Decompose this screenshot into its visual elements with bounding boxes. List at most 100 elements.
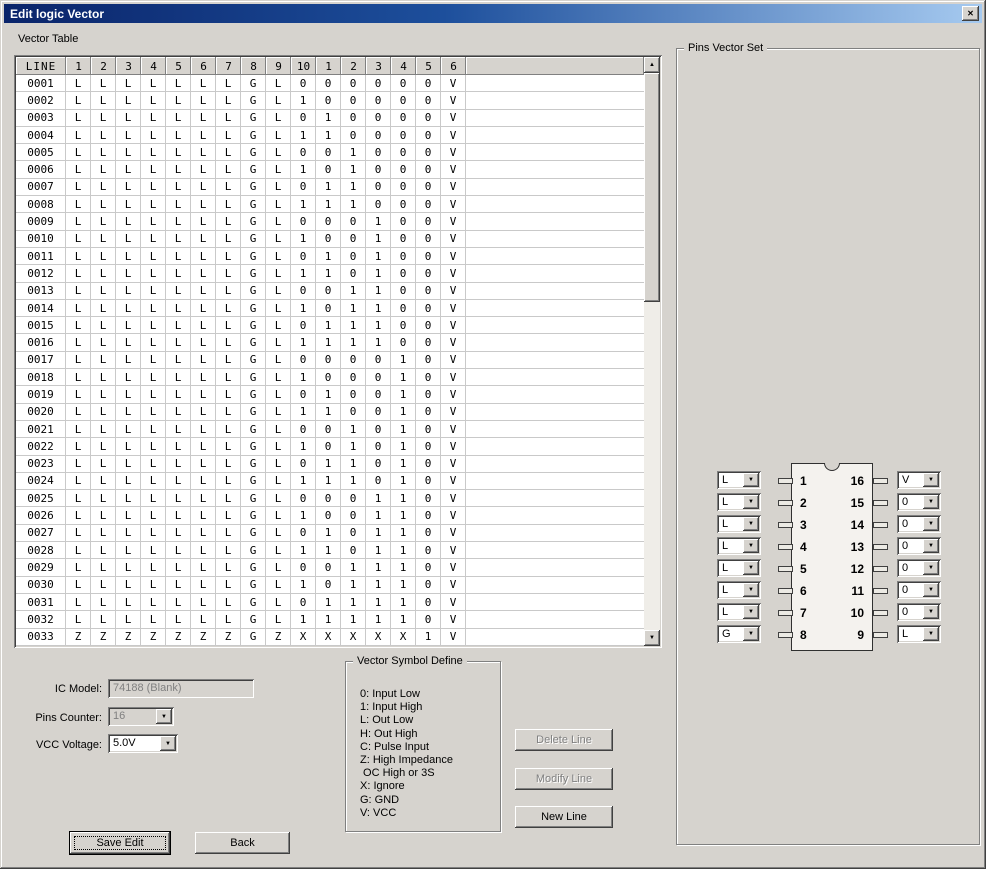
vector-cell[interactable]: L — [116, 317, 141, 334]
vcc-dropdown-button[interactable]: ▼ — [160, 736, 176, 751]
vector-cell[interactable]: V — [441, 110, 466, 127]
vector-cell[interactable]: L — [166, 386, 191, 403]
line-number-cell[interactable]: 0016 — [16, 334, 66, 351]
line-number-cell[interactable]: 0006 — [16, 161, 66, 178]
vector-cell[interactable]: X — [291, 629, 316, 646]
vector-cell[interactable]: 1 — [391, 421, 416, 438]
vector-cell[interactable]: L — [216, 473, 241, 490]
pin-combo-dropdown-button[interactable]: ▼ — [743, 539, 759, 553]
vector-cell[interactable]: L — [116, 248, 141, 265]
vector-cell[interactable]: L — [91, 473, 116, 490]
vector-cell[interactable]: 0 — [291, 456, 316, 473]
vector-cell[interactable]: L — [266, 456, 291, 473]
vector-cell[interactable]: 0 — [366, 456, 391, 473]
vector-cell[interactable]: G — [241, 196, 266, 213]
vector-cell[interactable]: 1 — [341, 594, 366, 611]
vector-cell[interactable]: G — [241, 507, 266, 524]
vector-cell[interactable]: L — [66, 196, 91, 213]
vector-cell[interactable]: L — [216, 213, 241, 230]
vector-cell[interactable]: 1 — [391, 404, 416, 421]
vector-cell[interactable]: 0 — [416, 490, 441, 507]
table-row[interactable]: 0029LLLLLLLGL001110V — [16, 559, 644, 576]
vector-cell[interactable]: 0 — [341, 369, 366, 386]
vector-cell[interactable]: 1 — [291, 507, 316, 524]
vector-cell[interactable]: L — [266, 507, 291, 524]
vector-cell[interactable]: L — [91, 386, 116, 403]
pin-vector-combo[interactable]: L▼ — [897, 625, 941, 643]
vector-cell[interactable]: X — [391, 629, 416, 646]
vector-cell[interactable]: L — [216, 611, 241, 628]
vector-cell[interactable]: L — [116, 283, 141, 300]
vector-cell[interactable]: L — [141, 594, 166, 611]
vector-cell[interactable]: L — [191, 542, 216, 559]
vector-cell[interactable]: L — [91, 144, 116, 161]
vector-cell[interactable]: 0 — [416, 611, 441, 628]
vector-cell[interactable]: 0 — [291, 248, 316, 265]
vector-cell[interactable]: 0 — [316, 161, 341, 178]
scroll-up-button[interactable]: ▲ — [644, 57, 660, 73]
line-number-cell[interactable]: 0020 — [16, 404, 66, 421]
vector-cell[interactable]: V — [441, 92, 466, 109]
vector-cell[interactable]: Z — [216, 629, 241, 646]
column-header[interactable]: 2 — [341, 57, 366, 75]
pin-combo-dropdown-button[interactable]: ▼ — [743, 627, 759, 641]
vector-cell[interactable]: L — [266, 127, 291, 144]
pin-vector-combo[interactable]: L▼ — [717, 559, 761, 577]
vector-cell[interactable]: 0 — [416, 386, 441, 403]
vector-cell[interactable]: V — [441, 265, 466, 282]
vector-cell[interactable]: L — [66, 75, 91, 92]
vector-cell[interactable]: L — [191, 507, 216, 524]
vector-cell[interactable]: L — [216, 334, 241, 351]
line-number-cell[interactable]: 0031 — [16, 594, 66, 611]
vector-cell[interactable]: L — [191, 334, 216, 351]
line-number-cell[interactable]: 0014 — [16, 300, 66, 317]
vector-cell[interactable]: 0 — [366, 421, 391, 438]
table-row[interactable]: 0020LLLLLLLGL110010V — [16, 404, 644, 421]
line-number-cell[interactable]: 0018 — [16, 369, 66, 386]
vector-cell[interactable]: 0 — [416, 334, 441, 351]
vector-cell[interactable]: L — [216, 110, 241, 127]
pin-vector-combo[interactable]: 0▼ — [897, 581, 941, 599]
vector-cell[interactable]: V — [441, 196, 466, 213]
vector-cell[interactable]: 1 — [391, 525, 416, 542]
vector-cell[interactable]: L — [266, 300, 291, 317]
vector-cell[interactable]: L — [141, 386, 166, 403]
vector-cell[interactable]: 1 — [366, 231, 391, 248]
vector-cell[interactable]: L — [266, 110, 291, 127]
vector-cell[interactable]: L — [216, 456, 241, 473]
vector-cell[interactable]: L — [266, 92, 291, 109]
vector-cell[interactable]: V — [441, 248, 466, 265]
vector-cell[interactable]: 1 — [341, 300, 366, 317]
vector-cell[interactable]: L — [266, 144, 291, 161]
vector-cell[interactable]: L — [91, 542, 116, 559]
line-number-cell[interactable]: 0001 — [16, 75, 66, 92]
vector-cell[interactable]: 1 — [316, 110, 341, 127]
vector-cell[interactable]: V — [441, 127, 466, 144]
line-number-cell[interactable]: 0021 — [16, 421, 66, 438]
vector-cell[interactable]: 0 — [416, 75, 441, 92]
vector-cell[interactable]: 1 — [291, 542, 316, 559]
vector-cell[interactable]: 0 — [291, 75, 316, 92]
line-number-cell[interactable]: 0009 — [16, 213, 66, 230]
vector-cell[interactable]: G — [241, 352, 266, 369]
vector-cell[interactable]: L — [141, 559, 166, 576]
vector-cell[interactable]: L — [166, 369, 191, 386]
line-number-cell[interactable]: 0025 — [16, 490, 66, 507]
vector-cell[interactable]: L — [116, 231, 141, 248]
vector-cell[interactable]: L — [216, 283, 241, 300]
vector-cell[interactable]: L — [166, 127, 191, 144]
vector-cell[interactable]: L — [216, 352, 241, 369]
table-row[interactable]: 0025LLLLLLLGL000110V — [16, 490, 644, 507]
vector-cell[interactable]: L — [91, 213, 116, 230]
vector-cell[interactable]: L — [266, 611, 291, 628]
vector-cell[interactable]: G — [241, 161, 266, 178]
vector-cell[interactable]: 0 — [416, 196, 441, 213]
vector-cell[interactable]: L — [166, 594, 191, 611]
scroll-down-button[interactable]: ▼ — [644, 630, 660, 646]
vector-cell[interactable]: 1 — [291, 577, 316, 594]
vector-cell[interactable]: L — [91, 110, 116, 127]
vector-cell[interactable]: Z — [66, 629, 91, 646]
vector-cell[interactable]: 1 — [291, 611, 316, 628]
vector-cell[interactable]: V — [441, 386, 466, 403]
vector-cell[interactable]: 0 — [416, 300, 441, 317]
